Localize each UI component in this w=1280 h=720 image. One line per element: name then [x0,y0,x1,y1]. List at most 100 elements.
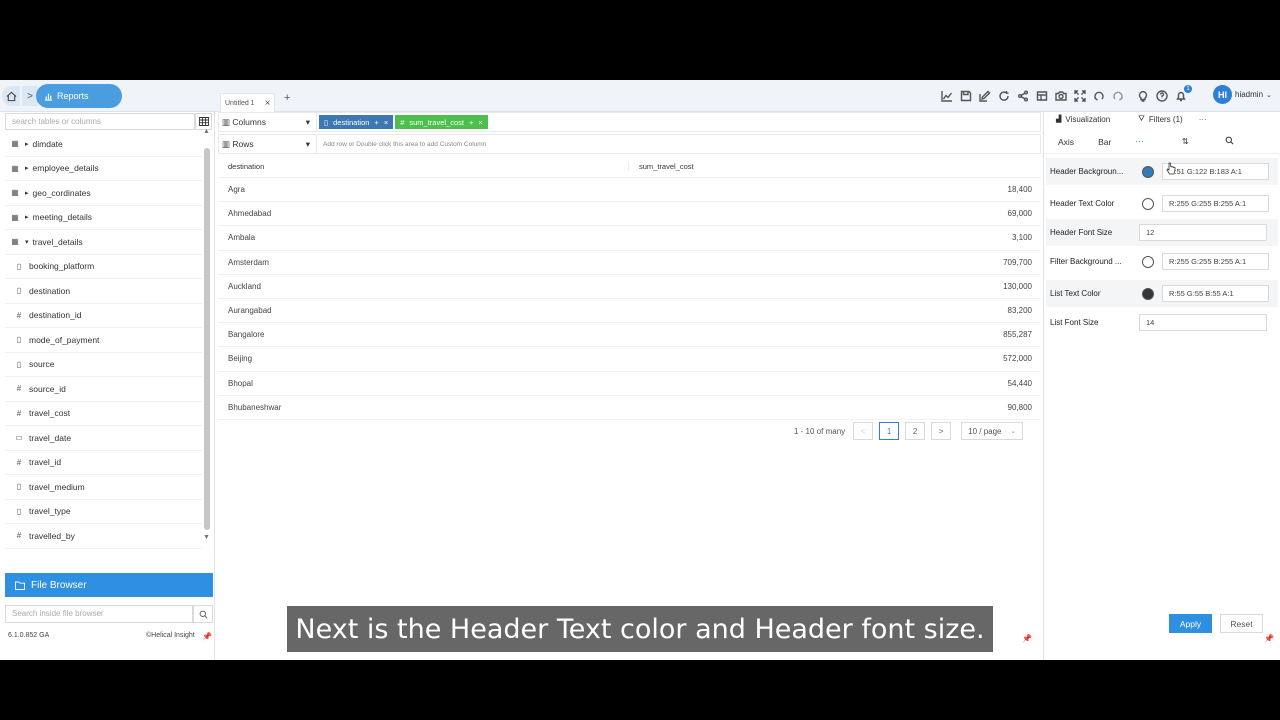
caret-down-icon[interactable]: ▾ [306,139,310,150]
column-node[interactable]: # travel_cost [5,402,202,426]
table-node[interactable]: ▦ ▾ travel_details [5,230,202,255]
edit-icon[interactable] [978,89,992,103]
column-node[interactable]: ▯ travel_medium [5,475,202,500]
column-node[interactable]: # source_id [5,377,202,402]
notification-badge: 1 [1184,85,1192,93]
pagination-summary: 1 - 10 of many [794,426,846,436]
scroll-up-icon[interactable]: ▲ [203,128,210,135]
scroll-down-icon[interactable]: ▼ [203,534,210,541]
color-value-input[interactable]: R:51 G:122 B:183 A:1 [1162,163,1269,180]
color-swatch[interactable] [1142,255,1154,268]
add-icon[interactable]: + [374,118,378,127]
color-value-input[interactable]: R:255 G:255 B:255 A:1 [1162,195,1269,212]
undo-icon[interactable] [1092,89,1106,103]
fullscreen-icon[interactable] [1073,89,1087,103]
column-node[interactable]: ▯ destination [5,279,202,304]
refresh-icon[interactable] [997,89,1011,103]
next-page-button[interactable]: > [931,422,952,440]
scrollbar-thumb[interactable] [204,148,210,530]
column-chip-destination[interactable]: ▯ destination + × [319,115,394,129]
caret-down-icon[interactable]: ▾ [306,117,310,128]
pin-icon[interactable]: 📌 [1022,634,1032,643]
cell-sum-travel-cost: 130,000 [1003,281,1032,291]
subtab-more[interactable]: ⋯ [1135,136,1144,147]
column-node[interactable]: ▯ booking_platform [5,255,202,279]
column-header-sum-travel-cost[interactable]: sum_travel_cost [628,162,1036,171]
color-swatch[interactable] [1142,197,1154,210]
table-node[interactable]: ▦ ▸ employee_details [5,157,202,181]
column-node[interactable]: ▭ travel_date [5,426,202,451]
reset-button[interactable]: Reset [1220,614,1263,633]
folder-icon [15,581,25,590]
share-icon[interactable] [1016,89,1030,103]
column-node[interactable]: ▯ mode_of_payment [5,328,202,353]
remove-icon[interactable]: × [478,118,482,127]
column-node[interactable]: # travelled_by [5,524,202,549]
home-icon[interactable] [2,86,20,106]
search-tables-input[interactable]: search tables or columns [5,113,195,130]
caret-right-icon[interactable]: ▸ [25,189,29,197]
caret-down-icon[interactable]: ▾ [25,238,29,246]
table-node[interactable]: ▦ ▸ meeting_details [5,206,202,230]
cell-destination: Aurangabad [228,306,272,316]
column-node[interactable]: ▯ source [5,353,202,377]
bell-icon[interactable]: 1 [1174,85,1192,103]
tab-untitled-1[interactable]: Untitled 1 × [220,93,276,112]
color-value-input[interactable]: R:255 G:255 B:255 A:1 [1162,253,1269,270]
column-node-label: mode_of_payment [29,334,100,345]
remove-icon[interactable]: × [384,118,388,127]
table-node-label: travel_details [32,236,83,247]
caret-right-icon[interactable]: ▸ [25,164,29,172]
prop-label: List Text Color [1050,289,1101,298]
rows-shelf[interactable]: ▥ Rows ▾ Add row or Double click this ar… [218,134,1041,154]
user-menu[interactable]: HI hiadmin ⌄ [1213,85,1272,104]
apply-button[interactable]: Apply [1169,614,1212,633]
tab-more[interactable]: ⋯ [1199,112,1207,126]
tab-visualization[interactable]: ▟ Visualization [1056,112,1110,126]
panel-tabs: ▟ Visualization ⛛ Filters (1) ⋯ [1044,112,1280,126]
redo-icon[interactable] [1111,89,1125,103]
file-browser-button[interactable]: File Browser [5,573,213,597]
table-icon: ▦ [11,212,19,222]
column-chip-sum-travel-cost[interactable]: # sum_travel_cost + × [395,115,488,129]
color-swatch[interactable] [1142,165,1154,178]
subtab-bar[interactable]: Bar [1098,137,1111,147]
color-swatch[interactable] [1142,287,1154,300]
sidebar-scrollbar[interactable]: ▲ ▼ [203,128,211,541]
add-tab-button[interactable]: + [284,92,290,104]
save-icon[interactable] [959,89,973,103]
add-icon[interactable]: + [469,118,473,127]
table-node[interactable]: ▦ ▸ dimdate [5,132,202,157]
table-icon: ▦ [11,237,19,247]
color-value-input[interactable]: R:55 G:55 B:55 A:1 [1162,285,1269,302]
breadcrumb-reports[interactable]: Reports [36,84,122,108]
search-icon[interactable] [1225,136,1234,147]
caret-right-icon[interactable]: ▸ [25,213,29,221]
help-icon[interactable] [1155,89,1169,103]
layout-icon[interactable] [1035,89,1049,103]
line-chart-icon[interactable] [940,89,954,103]
lightbulb-icon[interactable] [1136,89,1150,103]
sort-icon[interactable]: ⇅ [1182,136,1189,147]
caret-right-icon[interactable]: ▸ [25,140,29,148]
columns-shelf[interactable]: ▥ Columns ▾ ▯ destination + × # sum_trav… [218,112,1041,132]
subtab-axis[interactable]: Axis [1058,137,1074,147]
camera-icon[interactable] [1054,89,1068,103]
pin-icon[interactable]: 📌 [202,632,212,641]
font-size-input[interactable]: 12 [1139,224,1267,241]
prev-page-button[interactable]: < [853,422,874,440]
column-node[interactable]: ▯ travel_type [5,500,202,524]
file-browser-search-input[interactable]: Search inside file browser [5,605,193,623]
font-size-input[interactable]: 14 [1139,314,1267,331]
page-1-button[interactable]: 1 [879,422,900,440]
pin-icon[interactable]: 📌 [1264,634,1274,643]
tab-filters[interactable]: ⛛ Filters (1) [1138,112,1183,126]
column-header-destination[interactable]: destination [218,162,628,171]
column-node[interactable]: # destination_id [5,304,202,328]
column-node[interactable]: # travel_id [5,451,202,475]
search-icon[interactable] [193,605,213,623]
page-size-select[interactable]: 10 / page ⌄ [961,422,1024,440]
close-tab-icon[interactable]: × [265,98,271,109]
table-node[interactable]: ▦ ▸ geo_cordinates [5,181,202,206]
page-2-button[interactable]: 2 [905,422,926,440]
